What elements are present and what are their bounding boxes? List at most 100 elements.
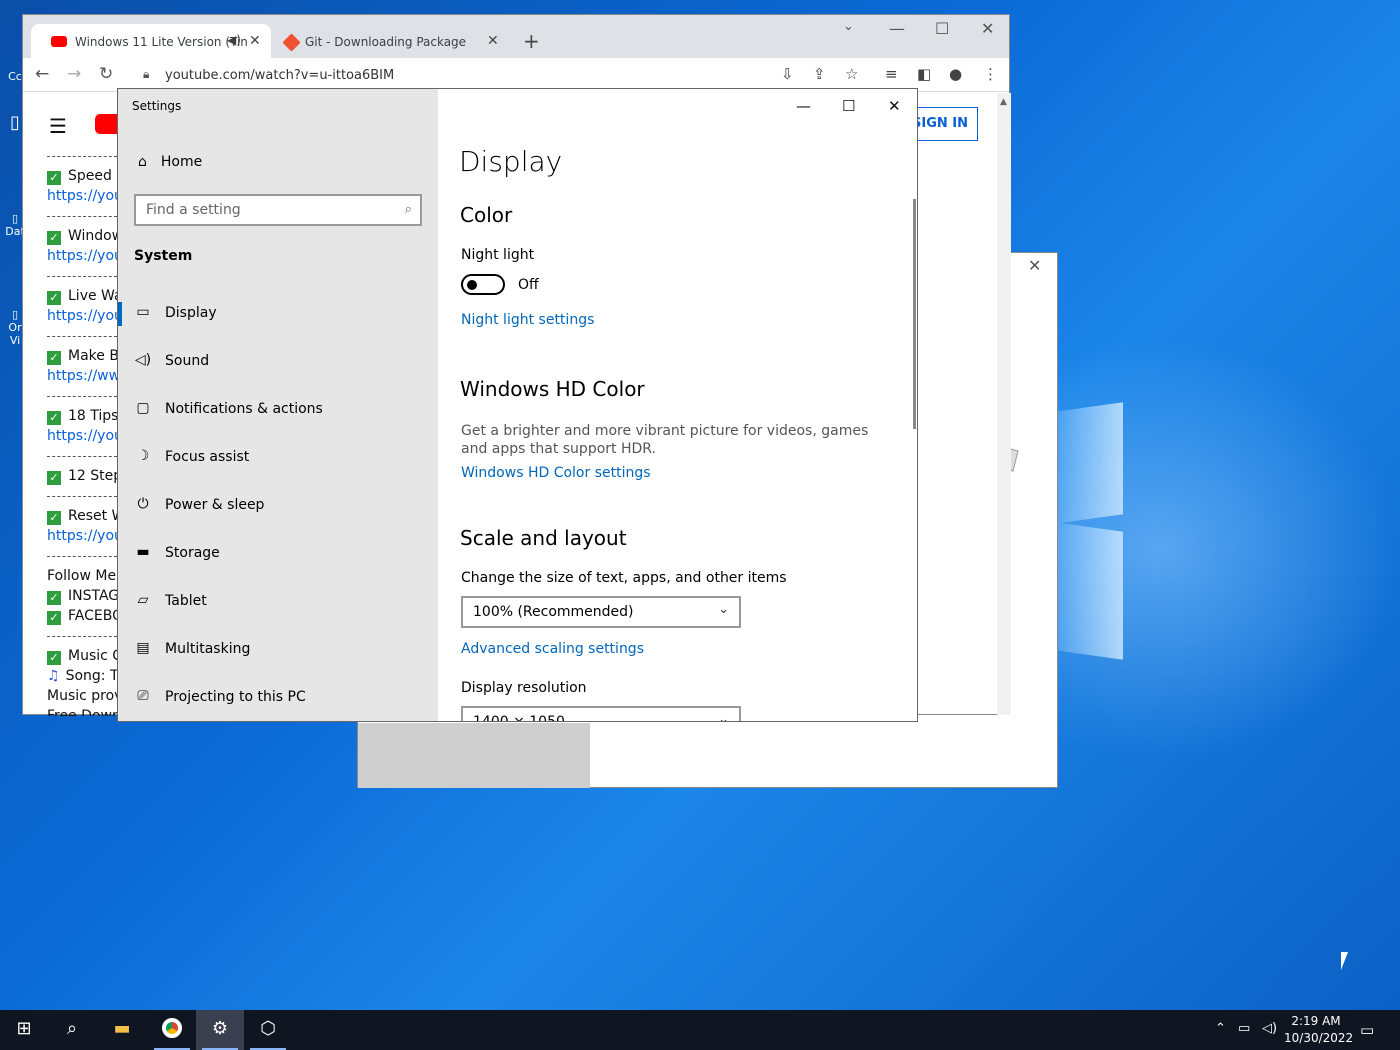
- close-tab-icon[interactable]: ✕: [487, 33, 499, 49]
- night-light-state: Off: [518, 277, 539, 293]
- resolution-label: Display resolution: [461, 680, 587, 696]
- share-icon[interactable]: ⇪: [813, 65, 826, 83]
- scale-dropdown[interactable]: 100% (Recommended) ⌄: [461, 596, 741, 628]
- speaker-icon[interactable]: ◀): [227, 33, 241, 47]
- chrome-taskbar-button[interactable]: [148, 1010, 196, 1050]
- close-icon[interactable]: ✕: [981, 19, 994, 38]
- profile-avatar-icon[interactable]: ●: [949, 65, 962, 83]
- url-field[interactable]: youtube.com/watch?v=u-ittoa6BIM: [165, 68, 394, 83]
- side-panel-icon[interactable]: ◧: [917, 65, 931, 83]
- volume-icon[interactable]: ◁): [1262, 1021, 1277, 1036]
- item-link[interactable]: https://yout: [47, 528, 123, 544]
- minimize-icon[interactable]: —: [889, 19, 905, 38]
- night-light-settings-link[interactable]: Night light settings: [461, 312, 594, 328]
- notification-icon: ▢: [136, 400, 150, 416]
- forward-icon[interactable]: →: [67, 64, 81, 84]
- settings-sidebar: Settings ⌂ Home Find a setting ⌕ System ▭ D…: [118, 89, 438, 721]
- sidebar-item-power[interactable]: ⏻ Power & sleep: [118, 486, 438, 526]
- sidebar-item-focus-assist[interactable]: ☽ Focus assist: [118, 438, 438, 478]
- scrollbar[interactable]: ▲: [997, 93, 1011, 715]
- close-tab-icon[interactable]: ✕: [249, 33, 261, 49]
- install-icon[interactable]: ⇩: [781, 65, 794, 83]
- item-link[interactable]: https://yout: [47, 428, 123, 444]
- settings-window[interactable]: Settings ⌂ Home Find a setting ⌕ System ▭ D…: [117, 88, 918, 722]
- sidebar-item-multitasking[interactable]: ▤ Multitasking: [118, 630, 438, 670]
- moon-icon: ☽: [136, 448, 150, 464]
- divider: [47, 636, 117, 637]
- home-nav-item[interactable]: ⌂ Home: [138, 154, 202, 170]
- date: 10/30/2022: [1284, 1031, 1354, 1045]
- checkbox-icon: ✓: [47, 511, 61, 525]
- minimize-icon[interactable]: —: [796, 97, 811, 115]
- tab-git[interactable]: Git - Downloading Package ✕: [273, 24, 505, 58]
- time: 2:19 AM: [1291, 1014, 1341, 1028]
- checkbox-icon: ✓: [47, 351, 61, 365]
- advanced-scaling-link[interactable]: Advanced scaling settings: [461, 641, 644, 657]
- sidebar-item-projecting[interactable]: ⎚ Projecting to this PC: [118, 678, 438, 718]
- scale-label: Change the size of text, apps, and other…: [461, 570, 787, 586]
- virtualbox-taskbar-button[interactable]: ⬡: [244, 1010, 292, 1050]
- network-icon[interactable]: ▭: [1238, 1021, 1250, 1036]
- search-button[interactable]: ⌕: [48, 1010, 96, 1050]
- new-tab-icon[interactable]: +: [523, 29, 540, 53]
- item-link[interactable]: https://yout: [47, 308, 123, 324]
- item-link[interactable]: https://yout: [47, 248, 123, 264]
- sidebar-item-notifications[interactable]: ▢ Notifications & actions: [118, 390, 438, 430]
- tab-search-icon[interactable]: ⌄: [843, 19, 854, 34]
- sidebar-item-label: Projecting to this PC: [165, 689, 306, 705]
- git-favicon-icon: [282, 33, 301, 52]
- hamburger-menu-icon[interactable]: ☰: [49, 114, 67, 138]
- chevron-up-icon[interactable]: ⌃: [1215, 1021, 1226, 1036]
- close-icon[interactable]: ✕: [1028, 256, 1041, 275]
- sidebar-item-tablet[interactable]: ▱ Tablet: [118, 582, 438, 622]
- menu-kebab-icon[interactable]: ⋮: [983, 65, 998, 83]
- home-icon: ⌂: [138, 154, 147, 170]
- tab-youtube[interactable]: Windows 11 Lite Version (Tin ◀) ✕: [31, 24, 271, 58]
- divider: [47, 156, 117, 157]
- tablet-icon: ▱: [137, 592, 149, 608]
- bookmark-star-icon[interactable]: ☆: [845, 65, 858, 83]
- tab-bar: Windows 11 Lite Version (Tin ◀) ✕ Git - …: [23, 15, 1009, 58]
- scale-value: 100% (Recommended): [473, 604, 634, 620]
- start-button[interactable]: ⊞: [0, 1010, 48, 1050]
- hd-color-settings-link[interactable]: Windows HD Color settings: [461, 465, 651, 481]
- sidebar-item-sound[interactable]: ◁) Sound: [118, 342, 438, 382]
- content-scrollbar[interactable]: [913, 199, 916, 429]
- reload-icon[interactable]: ↻: [99, 64, 113, 84]
- projecting-icon: ⎚: [137, 688, 149, 704]
- back-icon[interactable]: ←: [35, 64, 49, 84]
- media-control-icon[interactable]: ≡: [885, 65, 898, 83]
- list-item: ✓ Make B: [47, 348, 119, 365]
- music-note-icon: ♫: [47, 668, 60, 684]
- night-light-toggle[interactable]: [461, 274, 505, 295]
- search-input[interactable]: Find a setting ⌕: [134, 194, 422, 226]
- divider: [47, 216, 117, 217]
- sidebar-item-storage[interactable]: ▬ Storage: [118, 534, 438, 574]
- maximize-icon[interactable]: ☐: [935, 19, 949, 38]
- grey-panel: [358, 723, 590, 788]
- file-explorer-button[interactable]: ▬: [98, 1010, 146, 1050]
- settings-content: — ☐ ✕ Display Color Night light Off Nigh…: [438, 89, 917, 721]
- scroll-up-icon[interactable]: ▲: [1000, 97, 1007, 107]
- list-item: ✓ Speed U: [47, 168, 123, 185]
- clock[interactable]: 2:19 AM 10/30/2022: [1284, 1013, 1354, 1047]
- sidebar-item-display[interactable]: ▭ Display: [118, 294, 438, 334]
- search-icon: ⌕: [66, 1018, 78, 1039]
- settings-taskbar-button[interactable]: ⚙: [196, 1010, 244, 1050]
- sidebar-item-label: Power & sleep: [165, 497, 265, 513]
- maximize-icon[interactable]: ☐: [842, 97, 855, 115]
- mouse-cursor-icon: [1341, 952, 1348, 970]
- section-label: System: [134, 248, 193, 264]
- action-center-icon[interactable]: ▭: [1360, 1021, 1374, 1039]
- item-link[interactable]: https://yout: [47, 188, 123, 204]
- item-link[interactable]: https://www: [47, 368, 123, 384]
- tab-label: Windows 11 Lite Version (Tin: [75, 35, 248, 49]
- divider: [47, 456, 117, 457]
- item-title: 12 Step: [68, 468, 123, 484]
- night-light-label: Night light: [461, 247, 535, 263]
- resolution-dropdown[interactable]: 1400 × 1050 ⌄: [461, 706, 741, 721]
- sidebar-item-label: Focus assist: [165, 449, 250, 465]
- close-icon[interactable]: ✕: [888, 97, 901, 115]
- list-item: ✓ Live Wa: [47, 288, 123, 305]
- checkbox-icon: ✓: [47, 611, 61, 625]
